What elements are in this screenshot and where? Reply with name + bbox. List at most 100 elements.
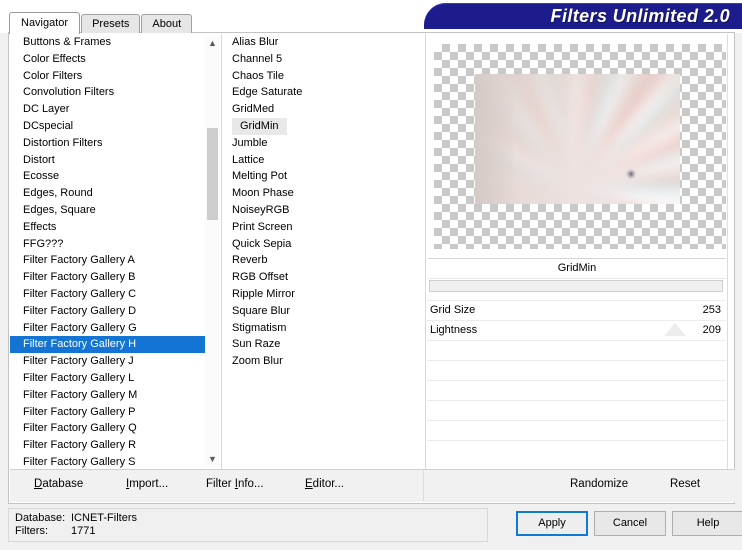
help-button[interactable]: Help	[672, 511, 742, 536]
randomize-button[interactable]: Randomize	[570, 478, 628, 490]
list-item[interactable]: Filter Factory Gallery G	[10, 320, 216, 337]
list-item[interactable]: Stigmatism	[224, 320, 424, 337]
parameter-panel-title: GridMin	[428, 258, 726, 279]
list-item[interactable]: Filter Factory Gallery L	[10, 370, 216, 387]
parameter-rows: Grid Size 253 Lightness 209	[427, 300, 726, 460]
editor-button-rest: ditor...	[312, 478, 344, 490]
parameter-row-empty[interactable]	[427, 420, 726, 440]
editor-button[interactable]: Editor...	[305, 478, 344, 490]
list-item[interactable]: DCspecial	[10, 118, 216, 135]
parameter-row-empty[interactable]	[427, 360, 726, 380]
list-item[interactable]: Filter Factory Gallery D	[10, 303, 216, 320]
parameter-row-empty[interactable]	[427, 400, 726, 420]
tab-strip: Navigator Presets About	[9, 12, 193, 34]
app-banner: Filters Unlimited 2.0	[424, 3, 742, 29]
panel-divider	[425, 34, 426, 470]
parameter-preset-bar[interactable]	[429, 280, 723, 292]
list-item[interactable]: Filter Factory Gallery S	[10, 454, 216, 470]
list-item[interactable]: Filter Factory Gallery C	[10, 286, 216, 303]
list-item-selected[interactable]: Filter Factory Gallery H	[10, 336, 216, 354]
list-item[interactable]: Channel 5	[224, 51, 424, 68]
list-item[interactable]: GridMed	[224, 101, 424, 118]
list-item[interactable]: Quick Sepia	[224, 236, 424, 253]
list-item[interactable]: Edges, Square	[10, 202, 216, 219]
list-item[interactable]: Edge Saturate	[224, 84, 424, 101]
filter-list[interactable]: Alias Blur Channel 5 Chaos Tile Edge Sat…	[224, 34, 424, 470]
list-item[interactable]: RGB Offset	[224, 269, 424, 286]
filter-preview-image[interactable]	[475, 74, 680, 204]
parameter-row-grid-size[interactable]: Grid Size 253	[427, 300, 726, 320]
filter-info-rest: nfo...	[237, 478, 264, 490]
list-item[interactable]: Moon Phase	[224, 185, 424, 202]
list-item[interactable]: Color Filters	[10, 68, 216, 85]
list-item[interactable]: Melting Pot	[224, 168, 424, 185]
import-button[interactable]: Import...	[126, 478, 168, 490]
panel-divider	[727, 34, 728, 470]
status-filters-value: 1771	[71, 525, 96, 537]
list-item[interactable]: Sun Raze	[224, 336, 424, 353]
status-filters-label: Filters:	[15, 525, 48, 537]
list-item[interactable]: FFG???	[10, 236, 216, 253]
preview-checkerboard	[434, 44, 726, 249]
list-item[interactable]: Filter Factory Gallery R	[10, 437, 216, 454]
list-item[interactable]: Convolution Filters	[10, 84, 216, 101]
category-scrollbar[interactable]: ▲ ▼	[205, 36, 220, 466]
slider-marker-icon	[664, 323, 686, 336]
list-item[interactable]: NoiseyRGB	[224, 202, 424, 219]
tab-about[interactable]: About	[141, 14, 193, 33]
status-database-label: Database:	[15, 512, 66, 524]
parameter-row-empty[interactable]	[427, 340, 726, 360]
chevron-down-icon[interactable]: ▼	[205, 452, 220, 466]
list-item[interactable]: DC Layer	[10, 101, 216, 118]
list-item[interactable]: Square Blur	[224, 303, 424, 320]
list-item[interactable]: Print Screen	[224, 219, 424, 236]
list-item[interactable]: Edges, Round	[10, 185, 216, 202]
list-item[interactable]: Filter Factory Gallery A	[10, 252, 216, 269]
list-item[interactable]: Chaos Tile	[224, 68, 424, 85]
tab-navigator[interactable]: Navigator	[9, 12, 81, 34]
filter-info-button[interactable]: Filter Info...	[206, 478, 264, 490]
cancel-button[interactable]: Cancel	[594, 511, 666, 536]
list-item-selected[interactable]: GridMin	[224, 117, 424, 135]
list-item[interactable]: Reverb	[224, 252, 424, 269]
list-item[interactable]: Lattice	[224, 152, 424, 169]
parameter-name: Grid Size	[430, 304, 476, 316]
preview-edge-sheen	[475, 74, 513, 204]
scrollbar-thumb[interactable]	[207, 128, 218, 220]
filters-unlimited-window: Filters Unlimited 2.0 Navigator Presets …	[0, 0, 742, 550]
parameter-name: Lightness	[430, 324, 478, 336]
app-title: Filters Unlimited 2.0	[550, 6, 730, 26]
list-item[interactable]: Zoom Blur	[224, 353, 424, 370]
reset-button[interactable]: Reset	[670, 478, 700, 490]
parameter-row-empty[interactable]	[427, 380, 726, 400]
filter-info-prefix: Filter	[206, 478, 235, 490]
apply-button[interactable]: Apply	[516, 511, 588, 536]
list-item[interactable]: Distortion Filters	[10, 135, 216, 152]
database-button-rest: atabase	[42, 478, 84, 490]
database-button[interactable]: Database	[34, 478, 83, 490]
tab-presets[interactable]: Presets	[81, 14, 141, 33]
list-item[interactable]: Filter Factory Gallery M	[10, 387, 216, 404]
list-item[interactable]: Filter Factory Gallery B	[10, 269, 216, 286]
chevron-up-icon[interactable]: ▲	[205, 36, 220, 50]
list-item[interactable]: Color Effects	[10, 51, 216, 68]
parameter-value: 209	[702, 324, 721, 336]
list-item[interactable]: Effects	[10, 219, 216, 236]
parameter-row-empty[interactable]	[427, 440, 726, 460]
client-area: Buttons & Frames Color Effects Color Fil…	[8, 32, 735, 504]
category-list[interactable]: Buttons & Frames Color Effects Color Fil…	[10, 34, 216, 470]
parameter-row-lightness[interactable]: Lightness 209	[427, 320, 726, 340]
list-item[interactable]: Filter Factory Gallery Q	[10, 420, 216, 437]
list-item[interactable]: Ripple Mirror	[224, 286, 424, 303]
list-item[interactable]: Filter Factory Gallery P	[10, 404, 216, 421]
list-item[interactable]: Jumble	[224, 135, 424, 152]
parameter-value: 253	[702, 304, 721, 316]
list-item[interactable]: Distort	[10, 152, 216, 169]
import-button-rest: mport...	[129, 478, 169, 490]
action-bar: Database Import... Filter Info... Editor…	[10, 469, 735, 502]
list-item[interactable]: Alias Blur	[224, 34, 424, 51]
status-database-value: ICNET-Filters	[71, 512, 137, 524]
list-item[interactable]: Filter Factory Gallery J	[10, 353, 216, 370]
list-item[interactable]: Ecosse	[10, 168, 216, 185]
list-item[interactable]: Buttons & Frames	[10, 34, 216, 51]
